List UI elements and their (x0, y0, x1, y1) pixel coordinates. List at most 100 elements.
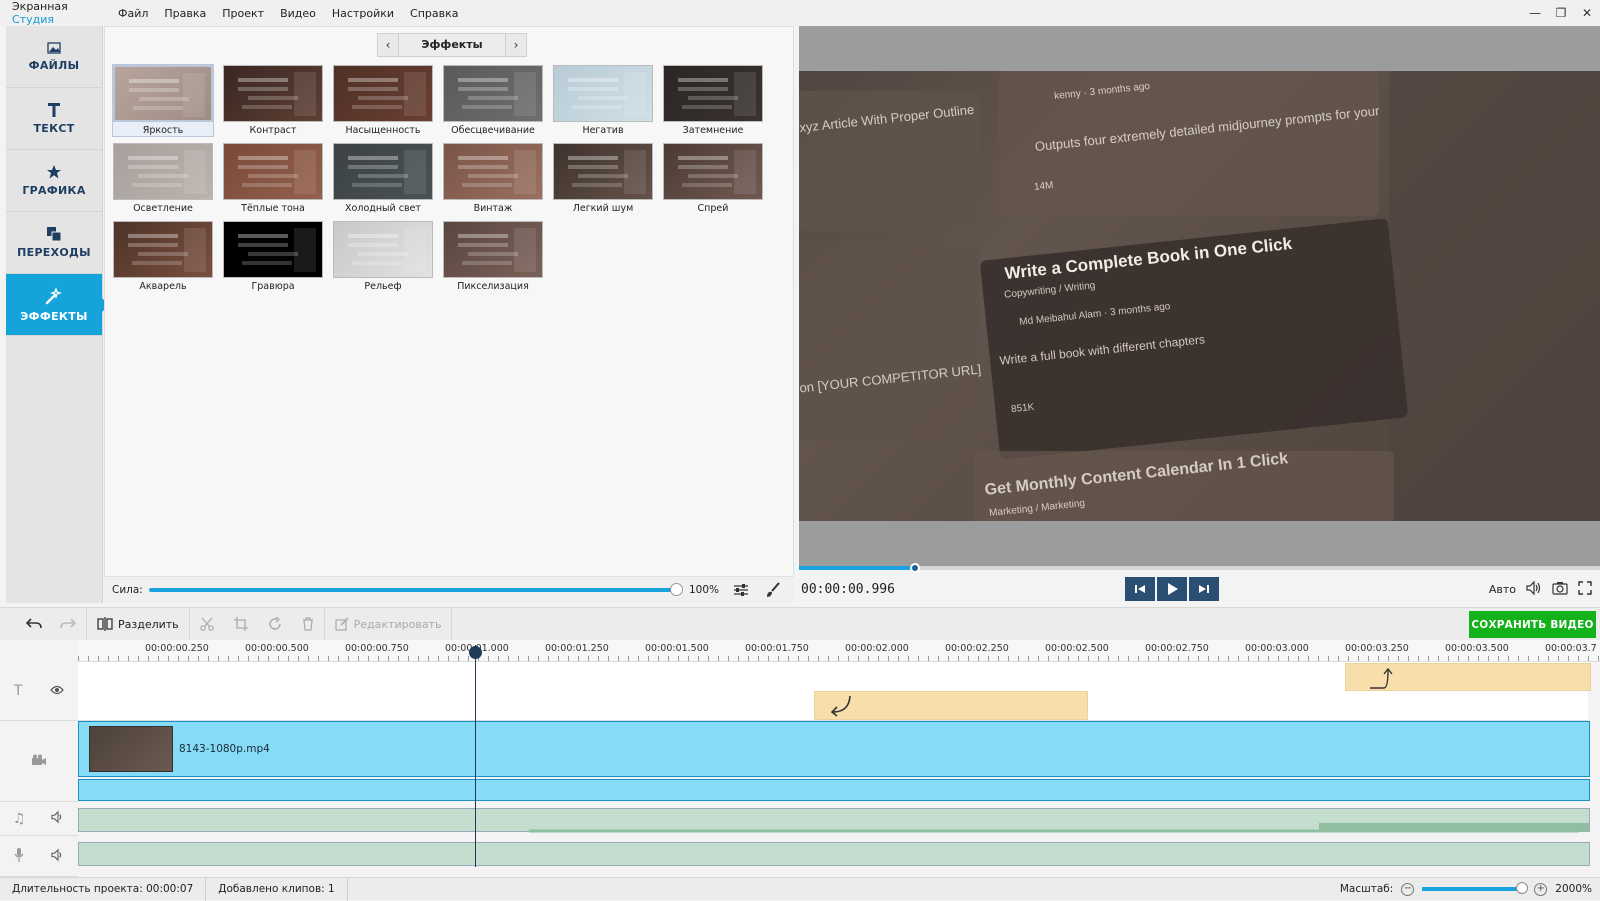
volume-icon[interactable] (1526, 580, 1542, 598)
split-button[interactable]: Разделить (87, 607, 190, 641)
video-clip-effect-band[interactable] (78, 779, 1590, 801)
cut-button[interactable] (190, 608, 224, 641)
sidebar-item-effects[interactable]: ЭФФЕКТЫ (6, 274, 109, 336)
effect-thumbnail (333, 143, 433, 200)
text-track[interactable] (78, 662, 1591, 721)
fullscreen-icon[interactable] (1578, 580, 1592, 598)
project-duration: Длительность проекта: 00:00:07 (0, 877, 207, 901)
effect-tile[interactable]: Насыщенность (333, 65, 433, 136)
effect-thumbnail (113, 143, 213, 200)
music-note-icon: ♫ (12, 810, 26, 827)
effect-tile[interactable]: Легкий шум (553, 143, 653, 214)
edit-icon (335, 617, 349, 631)
strength-slider[interactable] (149, 583, 683, 596)
effect-thumbnail (553, 143, 653, 200)
chevron-right-icon[interactable]: › (506, 34, 526, 56)
adjust-settings-icon[interactable] (731, 580, 751, 600)
zoom-slider-handle[interactable] (1516, 882, 1529, 894)
text-clip-arrow-down[interactable] (814, 691, 1088, 720)
effect-thumbnail (663, 65, 763, 122)
restore-icon[interactable]: ❐ (1548, 0, 1574, 26)
effect-label: Спрей (697, 203, 729, 214)
rotate-button[interactable] (258, 608, 292, 641)
timeline-ruler[interactable]: 00:00:00.250 00:00:00.500 00:00:00.750 00:0… (78, 640, 1600, 662)
delete-button[interactable] (292, 607, 325, 641)
close-icon[interactable]: ✕ (1574, 0, 1600, 26)
video-frame[interactable]: Outputs four extremely detailed midjourn… (799, 71, 1600, 521)
playback-progress[interactable] (799, 563, 1600, 573)
ruler-tick-label: 00:00:01.500 (645, 643, 709, 654)
effect-tile[interactable]: Пикселизация (443, 221, 543, 292)
sidebar-item-transitions[interactable]: ПЕРЕХОДЫ (6, 212, 102, 274)
effect-tile[interactable]: Обесцвечивание (443, 65, 543, 136)
effect-thumbnail (553, 65, 653, 122)
undo-button[interactable] (0, 608, 50, 641)
video-text-top-views: 14M (1033, 180, 1054, 193)
effect-label: Затемнение (682, 125, 744, 136)
ruler-tick-label: 00:00:03.7 (1545, 643, 1597, 654)
zoom-out-icon[interactable]: − (1401, 882, 1415, 896)
skip-forward-button[interactable] (1189, 577, 1219, 601)
effect-tile[interactable]: Винтаж (443, 143, 543, 214)
effect-tile[interactable]: Рельеф (333, 221, 433, 292)
strength-bar: Сила: 100% (104, 576, 794, 603)
play-button[interactable] (1157, 577, 1187, 601)
sidebar-item-graphics[interactable]: ГРАФИКА (6, 150, 102, 212)
effect-label: Обесцвечивание (451, 125, 535, 136)
zoom-slider[interactable] (1422, 882, 1529, 894)
ruler-tick-label: 00:00:01.250 (545, 643, 609, 654)
chevron-left-icon[interactable]: ‹ (378, 34, 398, 56)
ruler-tick-label: 00:00:02.500 (1045, 643, 1109, 654)
transitions-icon (47, 226, 61, 241)
effect-tile[interactable]: Яркость (112, 64, 214, 137)
crop-button[interactable] (224, 608, 258, 641)
effect-tile[interactable]: Акварель (113, 221, 213, 292)
effect-tile[interactable]: Гравюра (223, 221, 323, 292)
effect-thumbnail (113, 221, 213, 278)
image-icon (47, 41, 61, 54)
effect-tile[interactable]: Контраст (223, 65, 323, 136)
menu-item[interactable]: Проект (214, 7, 272, 20)
brush-icon[interactable] (763, 580, 783, 600)
sidebar-item-text[interactable]: ТЕКСТ (6, 88, 102, 150)
menu-item[interactable]: Видео (272, 7, 324, 20)
effect-thumbnail (113, 65, 213, 122)
text-icon (48, 102, 60, 117)
voice-track[interactable] (78, 842, 1590, 866)
effect-label: Яркость (142, 125, 184, 136)
redo-button[interactable] (50, 607, 87, 641)
effect-label: Негатив (582, 125, 624, 136)
edit-button[interactable]: Редактировать (325, 607, 453, 641)
text-track-header: T (0, 662, 78, 721)
menu-item[interactable]: Правка (156, 7, 214, 20)
save-video-button[interactable]: СОХРАНИТЬ ВИДЕО (1469, 611, 1596, 638)
effect-tile[interactable]: Тёплые тона (223, 143, 323, 214)
music-volume-icon[interactable] (51, 810, 65, 826)
effect-tile[interactable]: Спрей (663, 143, 763, 214)
menu-item[interactable]: Справка (402, 7, 466, 20)
effect-tile[interactable]: Осветление (113, 143, 213, 214)
strength-slider-handle[interactable] (670, 583, 683, 596)
text-clip-arrow-up[interactable] (1345, 663, 1591, 691)
sidebar-item-files[interactable]: ФАЙЛЫ (6, 26, 102, 88)
playhead[interactable] (475, 645, 476, 867)
effect-tile[interactable]: Холодный свет (333, 143, 433, 214)
quality-auto[interactable]: Авто (1489, 583, 1516, 596)
camera-icon[interactable] (1552, 581, 1568, 598)
effect-tile[interactable]: Негатив (553, 65, 653, 136)
skip-back-button[interactable] (1125, 577, 1155, 601)
menu-item[interactable]: Файл (110, 7, 156, 20)
voice-volume-icon[interactable] (50, 848, 65, 864)
effects-panel: ‹ Эффекты › Яркость Контраст Насыщенность О… (104, 26, 794, 603)
minimize-icon[interactable]: — (1522, 0, 1548, 26)
menu-item[interactable]: Настройки (324, 7, 402, 20)
zoom-in-icon[interactable]: + (1534, 882, 1548, 896)
video-clip[interactable]: 8143-1080p.mp4 (78, 721, 1590, 777)
menu-bar: Файл Правка Проект Видео Настройки Справка (110, 7, 466, 20)
audio-track[interactable] (78, 808, 1590, 833)
effect-thumbnail (223, 65, 323, 122)
effect-tile[interactable]: Затемнение (663, 65, 763, 136)
effect-label: Рельеф (364, 281, 402, 292)
eye-icon[interactable] (50, 685, 64, 698)
effect-label: Легкий шум (572, 203, 634, 214)
